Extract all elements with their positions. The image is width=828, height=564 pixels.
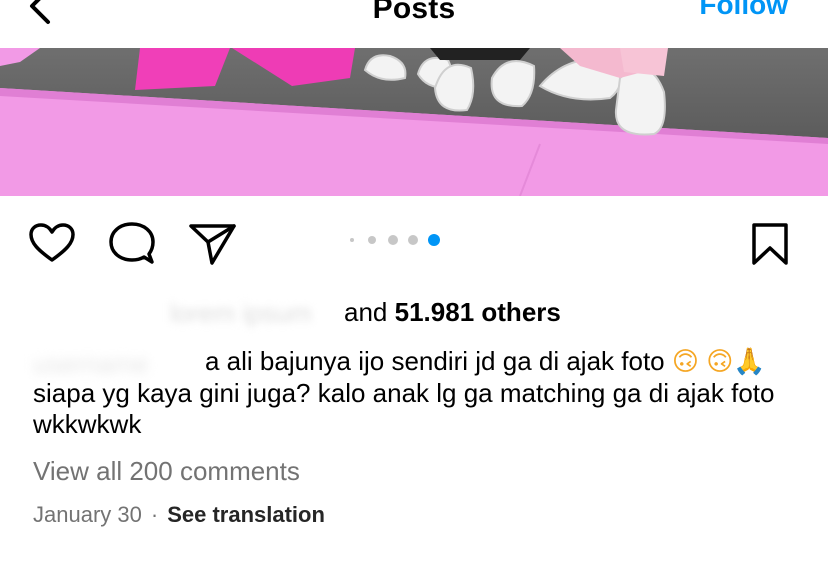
see-translation-link[interactable]: See translation: [167, 502, 325, 527]
comment-icon: [109, 222, 155, 264]
carousel-dot: [368, 236, 376, 244]
liked-by-username-redacted: lorem ipsum: [170, 298, 312, 328]
caption-line-1: a ali bajunya ijo sendiri jd ga di ajak …: [205, 346, 665, 376]
share-icon: [189, 224, 236, 265]
post-date: January 30: [33, 502, 142, 527]
carousel-dot-active: [428, 234, 440, 246]
carousel-dot: [388, 235, 398, 245]
likes-summary[interactable]: lorem ipsum and 51.981 others: [0, 296, 828, 330]
separator-dot: ·: [150, 502, 159, 527]
upside-down-face-emoji-icon: 🙃: [671, 347, 699, 377]
comment-button[interactable]: [108, 221, 156, 272]
heart-icon: [29, 223, 75, 262]
caption-line-2: siapa yg kaya gini juga? kalo anak lg ga…: [33, 378, 775, 439]
view-all-comments-link[interactable]: View all 200 comments: [33, 456, 300, 487]
top-bar: Posts Follow: [0, 0, 828, 48]
upside-down-face-emoji-icon: 🙃: [706, 347, 734, 377]
folded-hands-emoji-icon: 🙏: [733, 347, 766, 377]
post-image[interactable]: [0, 48, 828, 196]
caption-username-redacted[interactable]: username: [33, 349, 205, 379]
share-button[interactable]: [188, 222, 238, 271]
likes-text: and 51.981 others: [344, 297, 561, 327]
like-button[interactable]: [28, 222, 76, 269]
bookmark-icon: [752, 223, 788, 265]
post-caption: username a ali bajunya ijo sendiri jd ga …: [33, 346, 803, 440]
post-meta: January 30 · See translation: [33, 502, 325, 528]
carousel-dot: [408, 235, 418, 245]
follow-button[interactable]: Follow: [699, 0, 788, 21]
save-button[interactable]: [750, 222, 790, 271]
carousel-dot: [350, 238, 354, 242]
